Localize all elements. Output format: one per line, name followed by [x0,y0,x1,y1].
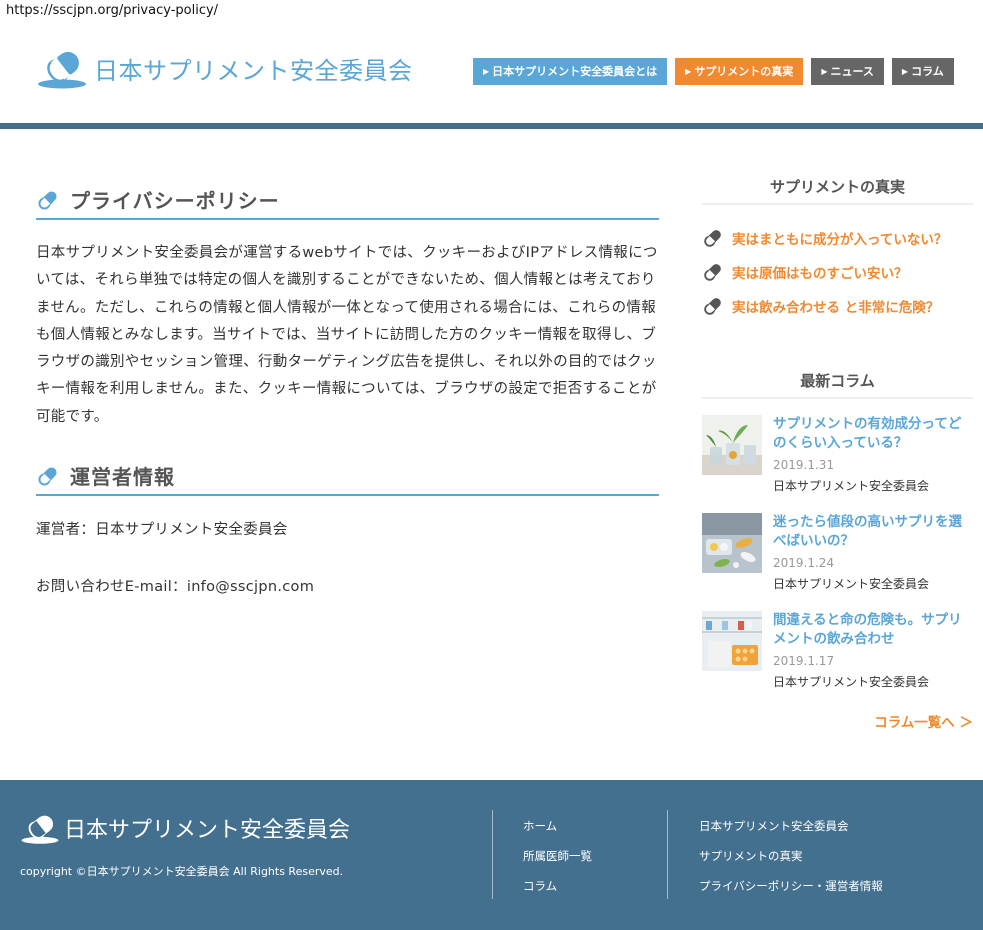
column-item[interactable]: 迷ったら値段の高いサプリを選べばいいの？ 2019.1.24 日本サプリメント安… [702,513,973,611]
column-date: 2019.1.31 [773,458,835,472]
column-date: 2019.1.24 [773,556,835,570]
column-author: 日本サプリメント安全委員会 [773,479,930,493]
triangle-right-icon: ▶ [483,67,490,76]
privacy-body: 日本サプリメント安全委員会が運営するwebサイトでは、クッキーおよびIPアドレス… [36,245,658,425]
nav-truth[interactable]: ▶ サプリメントの真実 [675,58,804,85]
triangle-right-icon: ▶ [821,67,828,76]
column-item[interactable]: 間違えると命の危険も。サプリメントの飲み合わせ 2019.1.17 日本サプリメ… [702,611,973,709]
footer-site-name: 日本サプリメント安全委員会 [64,818,351,843]
operator-email: お問い合わせE-mail：info@sscjpn.com [36,579,315,596]
column-thumbnail-pharmacy [702,611,762,671]
columns-heading: 最新コラム [702,370,973,399]
truth-heading: サプリメントの真実 [702,176,973,205]
triangle-right-icon: ▶ [685,67,692,76]
footer-link-home[interactable]: ホーム [523,818,592,848]
footer-divider [667,810,668,899]
operator-name: 運営者：日本サプリメント安全委員会 [36,522,288,539]
truth-link-label: 実は飲み合わせる と非常に危険？ [732,300,940,316]
footer-link-privacy[interactable]: プライバシーポリシー・運営者情報 [699,878,883,908]
footer-divider [492,810,493,899]
copyright: copyright ©日本サプリメント安全委員会 All Rights Rese… [20,865,344,878]
column-item[interactable]: サプリメントの有効成分ってどのくらい入っている？ 2019.1.31 日本サプリ… [702,415,973,513]
capsule-icon [38,467,57,486]
nav-truth-label: サプリメントの真実 [694,65,794,78]
column-thumbnail-plants [702,415,762,475]
column-date: 2019.1.17 [773,654,835,668]
footer-link-column[interactable]: コラム [523,878,592,908]
column-title: 間違えると命の危険も。サプリメントの飲み合わせ [773,612,962,647]
column-author: 日本サプリメント安全委員会 [773,675,930,689]
truth-link-label: 実は原価はものすごい安い？ [732,266,908,282]
operator-title: 運営者情報 [70,465,175,490]
header-divider [0,123,983,129]
capsule-logo-icon [21,815,59,844]
footer: 日本サプリメント安全委員会 copyright ©日本サプリメント安全委員会 A… [0,780,983,930]
main-content: プライバシーポリシー 日本サプリメント安全委員会が運営するwebサイトでは、クッ… [36,185,659,596]
truth-list: 実はまともに成分が入っていない？ 実は原価はものすごい安い？ 実は飲み合わせる … [702,221,973,323]
capsule-logo-icon [38,51,86,89]
nav-column-label: コラム [911,65,944,78]
nav-news-label: ニュース [830,65,874,78]
global-nav: ▶ 日本サプリメント安全委員会とは ▶ サプリメントの真実 ▶ ニュース ▶ コラム [473,58,954,85]
capsule-icon [704,264,721,281]
footer-links-col1: ホーム 所属医師一覧 コラム [523,818,592,908]
truth-link-label: 実はまともに成分が入っていない？ [732,232,948,248]
footer-links-col2: 日本サプリメント安全委員会 サプリメントの真実 プライバシーポリシー・運営者情報 [699,818,883,908]
column-author: 日本サプリメント安全委員会 [773,577,930,591]
truth-link-cost[interactable]: 実は原価はものすごい安い？ [702,255,973,289]
column-title: サプリメントの有効成分ってどのくらい入っている？ [773,416,962,451]
column-list: サプリメントの有効成分ってどのくらい入っている？ 2019.1.31 日本サプリ… [702,415,973,709]
capsule-icon [38,190,57,210]
column-title: 迷ったら値段の高いサプリを選べばいいの？ [773,514,962,549]
column-thumbnail-pills [702,513,762,573]
site-name: 日本サプリメント安全委員会 [94,56,413,85]
footer-logo[interactable]: 日本サプリメント安全委員会 [20,810,350,846]
nav-about[interactable]: ▶ 日本サプリメント安全委員会とは [473,58,668,85]
footer-link-about[interactable]: 日本サプリメント安全委員会 [699,818,883,848]
capsule-icon [704,230,721,247]
nav-news[interactable]: ▶ ニュース [811,58,884,85]
footer-link-truth[interactable]: サプリメントの真実 [699,848,883,878]
truth-link-interaction[interactable]: 実は飲み合わせる と非常に危険？ [702,289,973,323]
footer-link-doctors[interactable]: 所属医師一覧 [523,848,592,878]
page-title: プライバシーポリシー [70,189,280,213]
site-logo[interactable]: 日本サプリメント安全委員会 [36,46,413,90]
sidebar: サプリメントの真実 実はまともに成分が入っていない？ 実は原価はものすごい安い？… [702,176,973,731]
nav-about-label: 日本サプリメント安全委員会とは [492,65,658,78]
triangle-right-icon: ▶ [901,67,909,76]
address-bar[interactable]: https://sscjpn.org/privacy-policy/ [0,0,225,22]
privacy-heading: プライバシーポリシー [36,185,659,220]
column-list-link[interactable]: コラム一覧へ ＞ [702,711,973,731]
nav-column[interactable]: ▶ コラム [891,58,954,85]
operator-heading: 運営者情報 [36,461,659,497]
truth-link-ingredients[interactable]: 実はまともに成分が入っていない？ [702,221,973,255]
capsule-icon [704,298,721,315]
